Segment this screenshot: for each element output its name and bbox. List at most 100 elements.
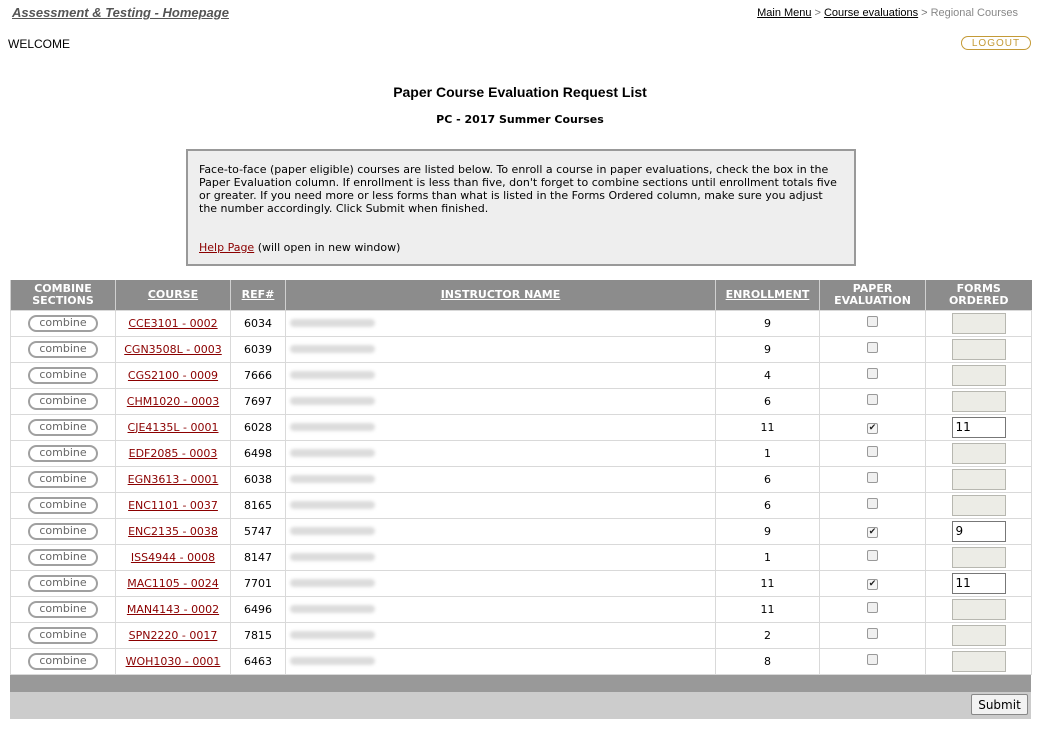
header-course-label[interactable]: COURSE [148, 288, 198, 301]
ref-cell: 6028 [230, 413, 286, 441]
paper-cell: ✔ [819, 413, 926, 441]
forms-ordered-input[interactable] [951, 598, 1006, 620]
paper-evaluation-checkbox[interactable]: ✔ [867, 527, 878, 538]
course-link[interactable]: ISS4944 - 0008 [131, 551, 215, 564]
paper-cell [819, 361, 926, 389]
combine-button[interactable]: combine [28, 652, 98, 670]
paper-evaluation-checkbox[interactable] [867, 316, 878, 327]
course-link[interactable]: CGN3508L - 0003 [124, 343, 222, 356]
combine-button[interactable]: combine [28, 444, 98, 462]
course-link[interactable]: CCE3101 - 0002 [128, 317, 217, 330]
course-link[interactable]: EDF2085 - 0003 [129, 447, 218, 460]
course-link[interactable]: ENC1101 - 0037 [128, 499, 218, 512]
ref-cell: 7666 [230, 361, 286, 389]
paper-evaluation-checkbox[interactable]: ✔ [867, 423, 878, 434]
forms-ordered-input[interactable] [951, 650, 1006, 672]
paper-evaluation-checkbox[interactable] [867, 550, 878, 561]
combine-button[interactable]: combine [28, 470, 98, 488]
breadcrumb-course-evaluations[interactable]: Course evaluations [824, 7, 918, 19]
header-enrollment[interactable]: ENROLLMENT [715, 280, 820, 310]
paper-evaluation-checkbox[interactable] [867, 602, 878, 613]
combine-button[interactable]: combine [28, 366, 98, 384]
combine-button[interactable]: combine [28, 340, 98, 358]
course-link[interactable]: SPN2220 - 0017 [129, 629, 218, 642]
paper-evaluation-checkbox[interactable]: ✔ [867, 579, 878, 590]
table-footer-bar [10, 675, 1031, 692]
paper-evaluation-checkbox[interactable] [867, 654, 878, 665]
forms-ordered-input[interactable] [951, 468, 1006, 490]
forms-ordered-input[interactable] [951, 494, 1006, 516]
paper-cell [819, 387, 926, 415]
course-link[interactable]: MAN4143 - 0002 [127, 603, 219, 616]
header-ref-label[interactable]: REF# [242, 288, 275, 301]
header-enrollment-label[interactable]: ENROLLMENT [726, 288, 810, 301]
instructor-name-redacted [290, 423, 375, 431]
forms-ordered-input[interactable] [951, 442, 1006, 464]
combine-button[interactable]: combine [28, 392, 98, 410]
paper-evaluation-checkbox[interactable] [867, 498, 878, 509]
help-page-link[interactable]: Help Page [199, 241, 254, 254]
forms-ordered-input[interactable] [951, 624, 1006, 646]
header-instructor-label[interactable]: INSTRUCTOR NAME [441, 288, 561, 301]
combine-button[interactable]: combine [28, 314, 98, 332]
combine-button[interactable]: combine [28, 626, 98, 644]
enrollment-cell: 9 [715, 335, 820, 363]
paper-evaluation-checkbox[interactable] [867, 368, 878, 379]
enrollment-cell: 11 [715, 595, 820, 623]
instructor-name-redacted [290, 527, 375, 535]
forms-cell [925, 465, 1032, 493]
course-link[interactable]: EGN3613 - 0001 [128, 473, 219, 486]
combine-cell: combine [10, 491, 116, 519]
course-link[interactable]: MAC1105 - 0024 [127, 577, 218, 590]
course-link[interactable]: CGS2100 - 0009 [128, 369, 218, 382]
instructor-name-redacted [290, 631, 375, 639]
course-link[interactable]: ENC2135 - 0038 [128, 525, 218, 538]
paper-evaluation-checkbox[interactable] [867, 472, 878, 483]
forms-ordered-input[interactable] [951, 572, 1006, 594]
combine-button[interactable]: combine [28, 548, 98, 566]
combine-button[interactable]: combine [28, 522, 98, 540]
table-header-row: COMBINE SECTIONS COURSE REF# INSTRUCTOR … [10, 280, 1032, 310]
paper-evaluation-checkbox[interactable] [867, 394, 878, 405]
instructor-cell [285, 387, 716, 415]
forms-cell [925, 491, 1032, 519]
forms-ordered-input[interactable] [951, 390, 1006, 412]
course-cell: ENC1101 - 0037 [115, 491, 231, 519]
combine-cell: combine [10, 517, 116, 545]
breadcrumb-separator: > [921, 7, 928, 19]
ref-cell: 6498 [230, 439, 286, 467]
breadcrumb-main-menu[interactable]: Main Menu [757, 7, 811, 19]
combine-cell: combine [10, 595, 116, 623]
course-link[interactable]: CHM1020 - 0003 [127, 395, 219, 408]
forms-cell [925, 387, 1032, 415]
forms-ordered-input[interactable] [951, 312, 1006, 334]
paper-cell [819, 595, 926, 623]
combine-button[interactable]: combine [28, 600, 98, 618]
help-line: Help Page (will open in new window) [199, 241, 400, 254]
header-ref[interactable]: REF# [230, 280, 286, 310]
combine-cell: combine [10, 465, 116, 493]
combine-button[interactable]: combine [28, 574, 98, 592]
paper-evaluation-checkbox[interactable] [867, 342, 878, 353]
forms-ordered-input[interactable] [951, 364, 1006, 386]
header-instructor-name[interactable]: INSTRUCTOR NAME [285, 280, 716, 310]
submit-button[interactable]: Submit [971, 694, 1028, 715]
forms-ordered-input[interactable] [951, 546, 1006, 568]
forms-ordered-input[interactable] [951, 338, 1006, 360]
course-link[interactable]: WOH1030 - 0001 [126, 655, 221, 668]
header-course[interactable]: COURSE [115, 280, 231, 310]
combine-button[interactable]: combine [28, 418, 98, 436]
forms-ordered-input[interactable] [951, 416, 1006, 438]
ref-cell: 5747 [230, 517, 286, 545]
course-link[interactable]: CJE4135L - 0001 [128, 421, 219, 434]
forms-ordered-input[interactable] [951, 520, 1006, 542]
paper-evaluation-checkbox[interactable] [867, 628, 878, 639]
site-title-link[interactable]: Assessment & Testing - Homepage [12, 5, 229, 20]
logout-button[interactable]: LOGOUT [961, 36, 1031, 50]
paper-evaluation-checkbox[interactable] [867, 446, 878, 457]
enrollment-cell: 1 [715, 543, 820, 571]
course-cell: EDF2085 - 0003 [115, 439, 231, 467]
combine-button[interactable]: combine [28, 496, 98, 514]
ref-cell: 6038 [230, 465, 286, 493]
course-cell: CJE4135L - 0001 [115, 413, 231, 441]
